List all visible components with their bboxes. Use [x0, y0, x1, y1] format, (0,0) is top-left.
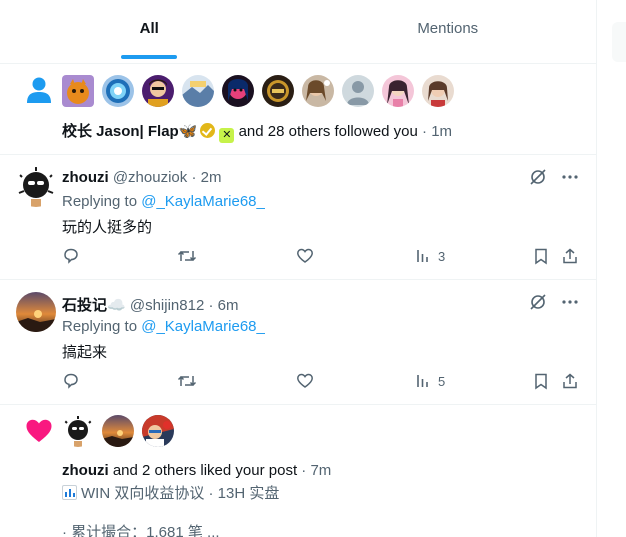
avatar[interactable]	[302, 75, 334, 107]
avatar[interactable]	[222, 75, 254, 107]
grok-icon[interactable]	[529, 293, 547, 311]
reply-icon	[62, 247, 80, 265]
avatar[interactable]	[16, 292, 56, 332]
liked-post-line2: · 累计撮合：1,681 笔 ...	[62, 524, 220, 537]
tab-mentions-label: Mentions	[417, 20, 479, 37]
like-others-text: and 2 others liked your post	[112, 462, 298, 479]
tweet-text: 搞起来	[62, 344, 108, 361]
share-icon	[561, 247, 579, 265]
retweet-icon	[177, 247, 197, 265]
tweet-text: 玩的人挺多的	[62, 219, 153, 236]
avatar[interactable]	[102, 415, 134, 447]
replying-to: Replying to @_KaylaMarie68_	[62, 193, 265, 210]
more-icon[interactable]	[561, 293, 579, 311]
follower-avatars	[62, 75, 454, 107]
retweet-button[interactable]	[177, 247, 197, 265]
author-handle[interactable]: @shijin812	[130, 297, 204, 314]
avatar[interactable]	[422, 75, 454, 107]
like-notification[interactable]: zhouzi and 2 others liked your post · 7m…	[0, 405, 597, 537]
views-button[interactable]: 5	[414, 372, 445, 390]
author-handle[interactable]: @zhouziok	[113, 169, 187, 186]
tab-mentions[interactable]: Mentions	[299, 0, 598, 63]
bookmark-icon	[532, 247, 550, 265]
avatar[interactable]	[142, 415, 174, 447]
tweet-tools	[529, 293, 579, 311]
follow-summary[interactable]: 校长 Jason| Flap🦋 ✕ and 28 others followed …	[62, 120, 452, 143]
liked-post-preview[interactable]: WIN 双向收益协议 · 13H 实盘	[62, 482, 279, 503]
replying-prefix: Replying to	[62, 318, 138, 335]
reply-icon	[62, 372, 80, 390]
replying-prefix: Replying to	[62, 193, 138, 210]
follow-others-text: and 28 others followed you	[238, 123, 418, 140]
bookmark-button[interactable]	[532, 372, 550, 390]
person-icon	[26, 76, 52, 106]
share-button[interactable]	[561, 247, 579, 265]
avatar[interactable]	[62, 415, 94, 447]
notifications-column: All Mentions 校长 Jason| Flap🦋 ✕ and 28 ot…	[0, 0, 597, 537]
reply-tweet[interactable]: 石投记☁️ @shijin812 · 6m Replying to @_Kayl…	[0, 280, 597, 405]
avatar[interactable]	[182, 75, 214, 107]
follow-notification[interactable]: 校长 Jason| Flap🦋 ✕ and 28 others followed …	[0, 64, 597, 155]
views-icon	[414, 247, 432, 265]
like-button[interactable]	[296, 372, 314, 390]
reply-button[interactable]	[62, 247, 80, 265]
like-button[interactable]	[296, 247, 314, 265]
more-icon[interactable]	[561, 168, 579, 186]
tweet-actions: 5	[62, 372, 582, 392]
follower-name[interactable]: 校长 Jason| Flap🦋	[62, 123, 197, 140]
follow-time: · 1m	[422, 123, 453, 140]
author-name[interactable]: 石投记☁️	[62, 297, 126, 314]
tab-active-indicator	[121, 55, 178, 59]
author-name[interactable]: zhouzi	[62, 169, 109, 186]
tweet-header: zhouzi @zhouziok · 2m	[62, 169, 221, 186]
like-icon	[296, 372, 314, 390]
reply-tweet[interactable]: zhouzi @zhouziok · 2m Replying to @_Kayl…	[0, 155, 597, 280]
notification-tabs: All Mentions	[0, 0, 597, 64]
avatar[interactable]	[62, 75, 94, 107]
bookmark-button[interactable]	[532, 247, 550, 265]
grok-icon[interactable]	[529, 168, 547, 186]
replying-to: Replying to @_KaylaMarie68_	[62, 318, 265, 335]
tweet-time[interactable]: · 2m	[191, 169, 221, 186]
liker-name[interactable]: zhouzi	[62, 462, 109, 479]
right-pane-card-edge	[612, 22, 626, 62]
bar-chart-icon	[62, 485, 77, 500]
like-icon	[296, 247, 314, 265]
views-count: 5	[438, 373, 446, 389]
avatar[interactable]	[102, 75, 134, 107]
tab-all[interactable]: All	[0, 0, 299, 63]
tweet-actions: 3	[62, 247, 582, 267]
share-icon	[561, 372, 579, 390]
avatar[interactable]	[342, 75, 374, 107]
liked-post-line1: WIN 双向收益协议 · 13H 实盘	[81, 485, 280, 502]
avatar[interactable]	[262, 75, 294, 107]
liker-avatars	[62, 415, 174, 447]
avatar[interactable]	[142, 75, 174, 107]
tweet-header: 石投记☁️ @shijin812 · 6m	[62, 294, 238, 315]
views-icon	[414, 372, 432, 390]
tweet-tools	[529, 168, 579, 186]
verified-gold-icon	[200, 123, 216, 138]
replying-to-link[interactable]: @_KaylaMarie68_	[141, 318, 265, 335]
affiliate-badge-icon: ✕	[219, 128, 235, 143]
retweet-button[interactable]	[177, 372, 197, 390]
like-summary[interactable]: zhouzi and 2 others liked your post · 7m	[62, 462, 331, 479]
bookmark-icon	[532, 372, 550, 390]
replying-to-link[interactable]: @_KaylaMarie68_	[141, 193, 265, 210]
views-count: 3	[438, 248, 446, 264]
right-pane-edge	[598, 0, 626, 537]
tab-all-label: All	[139, 20, 159, 37]
avatar[interactable]	[382, 75, 414, 107]
reply-button[interactable]	[62, 372, 80, 390]
like-time: · 7m	[301, 462, 332, 479]
tweet-time[interactable]: · 6m	[208, 297, 238, 314]
heart-icon	[25, 418, 53, 444]
retweet-icon	[177, 372, 197, 390]
share-button[interactable]	[561, 372, 579, 390]
avatar[interactable]	[16, 167, 56, 207]
views-button[interactable]: 3	[414, 247, 445, 265]
